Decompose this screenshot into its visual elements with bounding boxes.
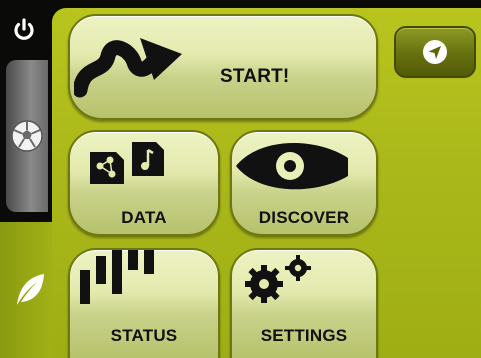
settings-button[interactable]: SETTINGS — [230, 248, 378, 358]
route-arrow-icon — [74, 38, 182, 98]
power-icon — [14, 18, 34, 40]
leaf-icon — [17, 274, 44, 305]
sidebar-tab-sports[interactable] — [6, 60, 48, 212]
data-button[interactable]: DATA — [68, 130, 220, 236]
gears-icon — [245, 255, 311, 303]
discover-label: DISCOVER — [258, 208, 350, 227]
status-label: STATUS — [110, 326, 178, 345]
soccer-ball-icon — [11, 120, 43, 152]
navigation-arrow-icon — [423, 40, 447, 64]
start-button[interactable]: START! — [68, 14, 378, 120]
status-bars-icon — [80, 250, 154, 304]
eye-icon — [236, 143, 348, 190]
navigate-button[interactable] — [394, 26, 476, 78]
sidebar-tab-power[interactable] — [0, 0, 48, 58]
discover-button[interactable]: DISCOVER — [230, 130, 378, 236]
settings-label: SETTINGS — [260, 326, 348, 345]
start-label: START! — [220, 66, 290, 87]
data-files-icon — [90, 142, 164, 184]
sidebar-tab-eco[interactable] — [0, 222, 60, 358]
data-label: DATA — [121, 208, 167, 227]
status-button[interactable]: STATUS — [68, 248, 220, 358]
